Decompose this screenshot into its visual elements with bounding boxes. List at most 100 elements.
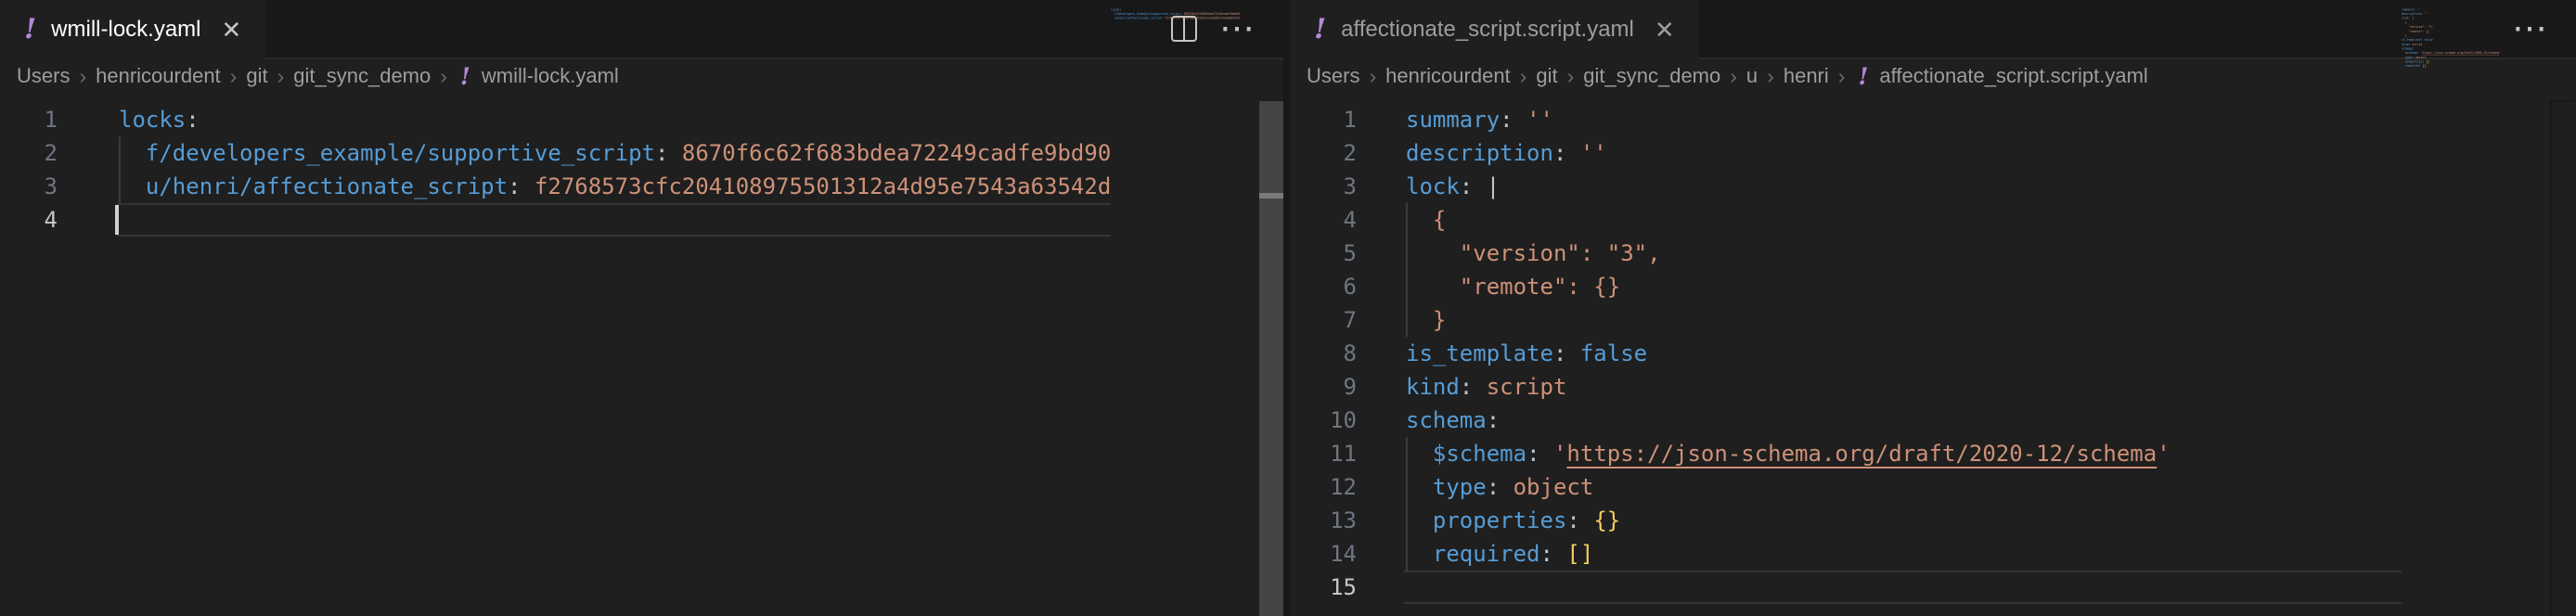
code-token: '	[2499, 51, 2501, 55]
line-number: 11	[1290, 437, 1357, 470]
more-actions-icon[interactable]: ⋯	[1219, 11, 1257, 46]
tab-label: wmill-lock.yaml	[51, 17, 200, 43]
breadcrumb-item[interactable]: henricourdent	[1384, 64, 1513, 88]
code-line: type: object	[1406, 470, 2402, 504]
breadcrumb-separator: ›	[223, 64, 245, 89]
code-token: :	[1526, 441, 1539, 467]
line-number: 2	[0, 136, 58, 170]
line-number: 1	[0, 103, 58, 136]
code-token	[1473, 173, 1486, 199]
breadcrumb-item[interactable]: git	[244, 64, 269, 88]
code-token: "version": "3",	[1406, 240, 1661, 266]
editor-group-sash[interactable]	[1283, 0, 1290, 616]
code-token: ''	[2424, 12, 2428, 16]
breadcrumb-item[interactable]: u	[1745, 64, 1759, 88]
breadcrumb-item[interactable]: henricourdent	[94, 64, 223, 88]
code-token: :	[508, 173, 521, 199]
code-line: description: ''	[1406, 136, 2402, 170]
line-number: 1	[1290, 103, 1357, 136]
code-token: :	[2412, 47, 2414, 51]
code-token	[1500, 474, 1513, 500]
code-line: f/developers_example/supportive_script: …	[119, 136, 1111, 170]
line-number-gutter: 1234	[0, 103, 58, 237]
code-token: :	[186, 107, 199, 133]
code-editor[interactable]: 1234 locks: f/developers_example/support…	[0, 93, 1283, 616]
breadcrumb-file[interactable]: affectionate_script.script.yaml	[1877, 64, 2149, 88]
breadcrumb-item[interactable]: Users	[15, 64, 71, 88]
breadcrumb-item[interactable]: git_sync_demo	[291, 64, 432, 88]
code-token: :	[1460, 374, 1473, 400]
code-token	[668, 140, 681, 166]
breadcrumb-item[interactable]: Users	[1305, 64, 1361, 88]
code-token: false	[2424, 38, 2432, 42]
code-token: f/developers_example/supportive_script	[146, 140, 655, 166]
editor-actions: ⋯	[2512, 0, 2550, 58]
code-token: }	[1406, 307, 1446, 333]
code-token: ''	[1580, 140, 1607, 166]
tab-wmill-lock-yaml[interactable]: ! wmill-lock.yaml ✕	[0, 0, 265, 59]
tab-bar: ! affectionate_script.script.yaml ✕ ⋯	[1290, 0, 2576, 59]
breadcrumb-item[interactable]: henri	[1782, 64, 1831, 88]
code-token: f2768573cfc204108975501312a4d95e7543a635…	[535, 173, 1111, 199]
split-editor-icon[interactable]	[1171, 16, 1197, 42]
code-token: properties	[1433, 507, 1567, 533]
code-token	[1553, 541, 1566, 567]
code-token: {}	[2426, 60, 2429, 64]
code-line: lock: |	[1406, 170, 2402, 203]
code-token: []	[1566, 541, 1593, 567]
code-content: summary: ''description: ''lock: | { "ver…	[1406, 103, 2402, 604]
code-token: :	[1566, 507, 1579, 533]
code-token: kind	[1406, 374, 1460, 400]
code-token: kind	[2402, 43, 2409, 46]
more-actions-icon[interactable]: ⋯	[2512, 11, 2550, 46]
code-token	[1406, 474, 1433, 500]
close-icon[interactable]: ✕	[1655, 16, 1675, 45]
code-token: object	[1513, 474, 1594, 500]
line-number: 3	[1290, 170, 1357, 203]
breadcrumb-item[interactable]: git	[1534, 64, 1559, 88]
code-token: :	[655, 140, 668, 166]
breadcrumb-separator: ›	[432, 64, 455, 89]
code-token: []	[2423, 64, 2427, 68]
code-token: type	[1433, 474, 1487, 500]
breadcrumb-item[interactable]: git_sync_demo	[1581, 64, 1722, 88]
code-token: lock	[1406, 173, 1460, 199]
breadcrumb-separator: ›	[1361, 64, 1384, 89]
line-number: 7	[1290, 303, 1357, 337]
line-number: 6	[1290, 270, 1357, 303]
code-line: "version": "3",	[1406, 237, 2402, 270]
yaml-warning-icon: !	[455, 63, 480, 90]
code-token: type	[2405, 56, 2413, 59]
code-token: false	[1580, 340, 1647, 366]
line-number: 4	[0, 203, 58, 237]
code-token: "remote": {}	[1406, 274, 1620, 300]
code-token: "version": "3",	[2402, 25, 2435, 29]
vertical-scrollbar[interactable]	[2550, 100, 2574, 616]
breadcrumb-file[interactable]: wmill-lock.yaml	[480, 64, 621, 88]
code-token: locks	[1111, 8, 1119, 12]
code-line: "remote": {}	[1406, 270, 2402, 303]
editor-group-left: ! wmill-lock.yaml ✕ ⋯ Users›henricourden…	[0, 0, 1283, 616]
code-token: script	[1487, 374, 1567, 400]
code-token: '	[2157, 441, 2170, 467]
code-token	[1566, 140, 1579, 166]
code-token	[1566, 340, 1579, 366]
code-token: summary	[1406, 107, 1500, 133]
code-token: u/henri/affectionate_script	[146, 173, 508, 199]
code-token: $schema	[2405, 51, 2417, 55]
yaml-warning-icon: !	[1314, 16, 1326, 44]
close-icon[interactable]: ✕	[222, 16, 242, 45]
line-number: 13	[1290, 504, 1357, 537]
code-token: https://json-schema.org/draft/2020-12/sc…	[2423, 51, 2500, 55]
tab-affectionate-script-yaml[interactable]: ! affectionate_script.script.yaml ✕	[1290, 0, 1699, 59]
code-token	[1540, 441, 1553, 467]
code-token: lock	[2402, 17, 2409, 20]
vertical-scrollbar[interactable]	[1259, 101, 1283, 616]
code-token: :	[1487, 474, 1500, 500]
editor-groups: ! wmill-lock.yaml ✕ ⋯ Users›henricourden…	[0, 0, 2576, 616]
code-token: |	[1487, 173, 1500, 199]
minimap-line	[2402, 69, 2550, 73]
breadcrumb-separator: ›	[270, 64, 292, 89]
line-number: 2	[1290, 136, 1357, 170]
code-editor[interactable]: 123456789101112131415 summary: ''descrip…	[1290, 93, 2576, 616]
